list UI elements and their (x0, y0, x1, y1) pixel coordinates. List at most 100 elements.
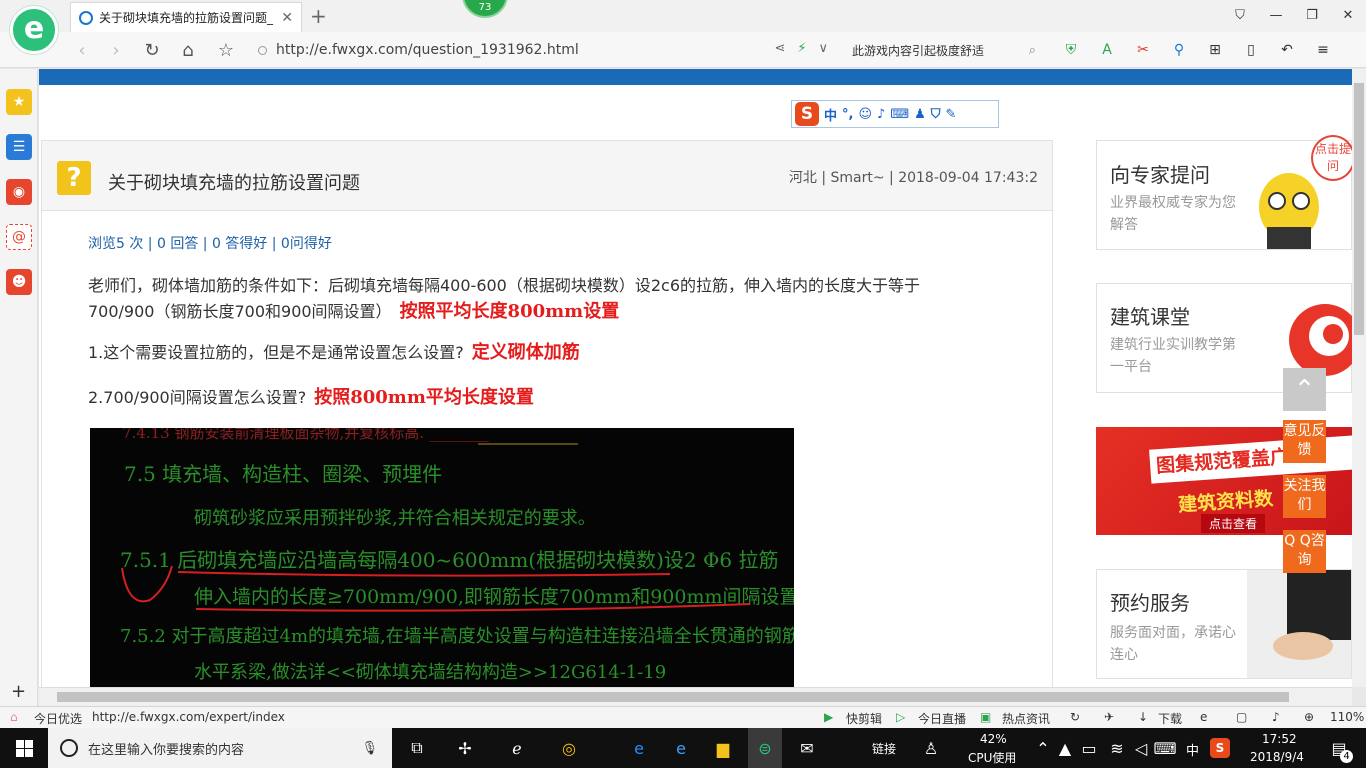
browser-bell-icon[interactable]: ◎ (556, 735, 582, 761)
ime-tray-label[interactable]: 中 (1186, 740, 1199, 759)
browser-logo[interactable]: e (10, 6, 58, 54)
edge-legacy-icon[interactable]: ℯ (504, 735, 530, 761)
tray-battery-icon[interactable]: ▭ (1076, 735, 1102, 761)
horizontal-scrollbar[interactable] (39, 687, 1352, 706)
status-item-news[interactable]: 热点资讯 (1002, 710, 1050, 727)
wifi-icon[interactable]: ≋ (1104, 735, 1130, 761)
taskbar-search[interactable]: 在这里输入你要搜索的内容 🎙 (48, 728, 392, 768)
vertical-scroll-thumb[interactable] (1354, 83, 1364, 335)
apps-grid-icon[interactable]: ⊞ (1204, 40, 1226, 60)
clock-date[interactable]: 2018/9/4 (1250, 750, 1304, 764)
back-to-top-button[interactable]: ⌃ (1283, 368, 1326, 411)
magnifier-icon[interactable]: ⚲ (1168, 40, 1190, 60)
mail-icon[interactable]: ✉ (794, 735, 820, 761)
refresh-button[interactable]: ↻ (140, 38, 164, 62)
game-icon[interactable]: ☻ (6, 269, 32, 295)
status-item-live[interactable]: 今日直播 (918, 710, 966, 727)
microphone-taskbar-icon[interactable]: 🎙 (361, 741, 378, 756)
site-info-icon[interactable] (258, 45, 267, 55)
weibo-icon[interactable]: ◉ (6, 179, 32, 205)
edge-icon[interactable]: e (626, 735, 652, 761)
status-bar: ⌂ 今日优选 http://e.fwxgx.com/expert/index ▶… (0, 706, 1366, 728)
taskbar-links-label[interactable]: 链接 (872, 740, 896, 757)
fan-app-icon[interactable]: ✢ (452, 735, 478, 761)
back-button[interactable]: ‹ (70, 38, 94, 62)
file-explorer-icon[interactable]: ▆ (710, 735, 736, 761)
forward-button[interactable]: › (104, 38, 128, 62)
feedback-button[interactable]: 意见反馈 (1283, 420, 1326, 463)
follow-us-button[interactable]: 关注我们 (1283, 475, 1326, 518)
banner-view-button[interactable]: 点击查看 (1201, 514, 1266, 533)
keyboard-tray-icon[interactable]: ⌨ (1152, 735, 1178, 761)
refresh-status-icon[interactable]: ↻ (1070, 710, 1080, 724)
restore-button[interactable]: ❐ (1294, 0, 1330, 30)
vertical-scrollbar[interactable] (1352, 69, 1366, 687)
microphone-icon[interactable]: ♪ (877, 107, 885, 122)
status-item-clip[interactable]: 快剪辑 (846, 710, 882, 727)
share-icon[interactable]: ⋖ (774, 41, 785, 56)
today-picks-label[interactable]: 今日优选 (34, 710, 82, 727)
volume-icon[interactable]: ◁ (1128, 735, 1154, 761)
add-sidebar-item-button[interactable]: + (11, 681, 26, 702)
status-item-download[interactable]: 下载 (1158, 710, 1182, 727)
url-text[interactable]: http://e.fwxgx.com/question_1931962.html (276, 42, 579, 58)
menu-icon[interactable]: ≡ (1312, 40, 1334, 60)
user-icon[interactable]: ♟ (914, 107, 926, 122)
task-view-icon[interactable]: ⧉ (404, 735, 430, 761)
sogou-ime-logo[interactable]: S (795, 102, 819, 126)
translate-icon[interactable]: A (1096, 40, 1118, 60)
close-tab-icon[interactable]: ✕ (281, 10, 293, 26)
shield-icon[interactable]: ⛨ (1060, 40, 1082, 60)
new-tab-button[interactable]: + (310, 4, 327, 28)
ask-expert-card[interactable]: 向专家提问 业界最权威专家为您解答 点击提问 (1096, 135, 1352, 250)
zoom-icon[interactable]: ⊕ (1304, 710, 1314, 724)
browser-tab[interactable]: 关于砌块填充墙的拉筋设置问题_ ✕ (70, 2, 302, 32)
horizontal-scroll-thumb[interactable] (57, 692, 1289, 702)
ask-expert-tag[interactable]: 点击提问 (1311, 135, 1352, 181)
2345-browser-taskbar-icon[interactable]: ⊜ (748, 728, 782, 768)
question-meta: 河北 | Smart~ | 2018-09-04 17:43:2 (788, 170, 1038, 186)
shirt-skin-icon[interactable]: ⛉ (1222, 0, 1258, 30)
punctuation-icon[interactable]: °, (842, 107, 853, 122)
undo-icon[interactable]: ↶ (1276, 40, 1298, 60)
scissors-icon[interactable]: ✂ (1132, 40, 1154, 60)
appointment-card[interactable]: 预约服务 服务面对面，承诺心连心 (1096, 569, 1352, 679)
specification-photo[interactable]: 7.4.13 钢筋安装前清理板面杂物,并复核标高. ________ 7.5 填… (90, 428, 794, 687)
wrench-icon[interactable]: ✎ (946, 107, 957, 122)
home-button[interactable]: ⌂ (176, 38, 200, 62)
question-body: 老师们，砌体墙加筋的条件如下：后砌填充墙每隔400-600（根据砌块模数）设2c… (88, 273, 920, 325)
skin-shirt-icon[interactable]: ⛉ (931, 107, 941, 122)
start-button[interactable] (0, 728, 48, 768)
gift-icon[interactable]: ⌂ (10, 710, 18, 724)
people-icon[interactable]: ♙ (918, 735, 944, 761)
favorites-star-icon[interactable]: ★ (6, 89, 32, 115)
ime-mode-label[interactable]: 中 (824, 105, 837, 124)
lightning-icon[interactable]: ⚡ (797, 41, 806, 56)
counter-badge[interactable]: 73 (462, 0, 508, 18)
sogou-tray-icon[interactable]: S (1210, 738, 1230, 758)
download-icon[interactable]: ↓ (1138, 710, 1148, 724)
qq-consult-button[interactable]: Q Q咨询 (1283, 530, 1326, 573)
search-icon[interactable]: ⌕ (1029, 43, 1036, 58)
dropdown-chevron-icon[interactable]: ∨ (818, 41, 828, 56)
search-input[interactable]: 此游戏内容引起极度舒适 (852, 42, 1029, 59)
email-icon[interactable]: @ (6, 224, 32, 250)
keyboard-icon[interactable]: ⌨ (890, 107, 909, 122)
address-bar[interactable]: http://e.fwxgx.com/question_1931962.html… (258, 37, 838, 63)
tray-notification-icon[interactable]: ▲ (1052, 735, 1078, 761)
sound-icon[interactable]: ♪ (1272, 710, 1280, 724)
window-icon[interactable]: ▢ (1236, 710, 1247, 724)
body-line-2: 700/900（钢筋长度700和900间隔设置） (88, 302, 392, 321)
emoji-icon[interactable]: ☺ (858, 107, 872, 122)
close-window-button[interactable]: ✕ (1330, 0, 1366, 30)
tablet-icon[interactable]: ▯ (1240, 40, 1262, 60)
pin-icon[interactable]: ✈ (1104, 710, 1114, 724)
favorite-star-button[interactable]: ☆ (214, 38, 238, 62)
search-box[interactable]: 此游戏内容引起极度舒适 ⌕ (846, 37, 1042, 63)
clock-time[interactable]: 17:52 (1262, 732, 1297, 746)
ie-icon[interactable]: e (668, 735, 694, 761)
news-list-icon[interactable]: ☰ (6, 134, 32, 160)
minimize-button[interactable]: — (1258, 0, 1294, 30)
zoom-level[interactable]: 110% (1330, 710, 1364, 724)
ie-mode-icon[interactable]: e (1200, 710, 1207, 724)
